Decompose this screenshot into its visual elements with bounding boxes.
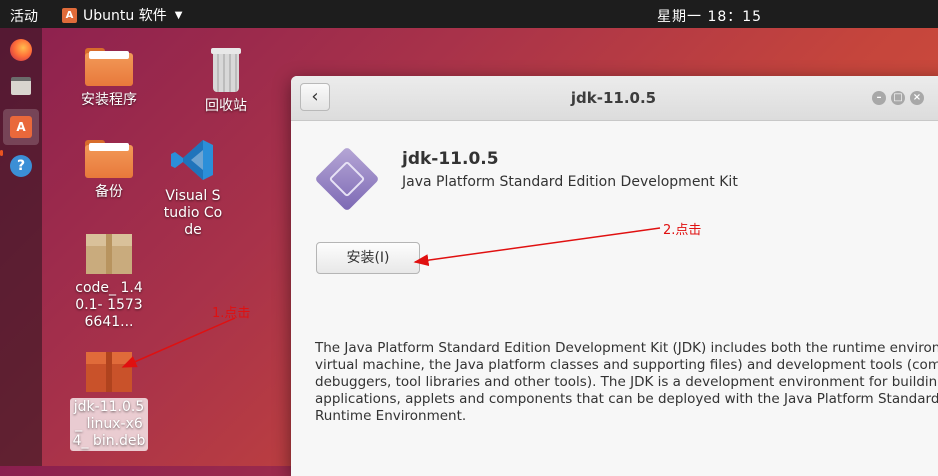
- annotation-step-1: 1.点击: [212, 306, 251, 321]
- annotation-step-2: 2.点击: [663, 223, 702, 238]
- annotation-arrows: [121, 227, 661, 368]
- annotation-arrow-1: [121, 317, 236, 368]
- annotation-arrow-2: [413, 227, 661, 267]
